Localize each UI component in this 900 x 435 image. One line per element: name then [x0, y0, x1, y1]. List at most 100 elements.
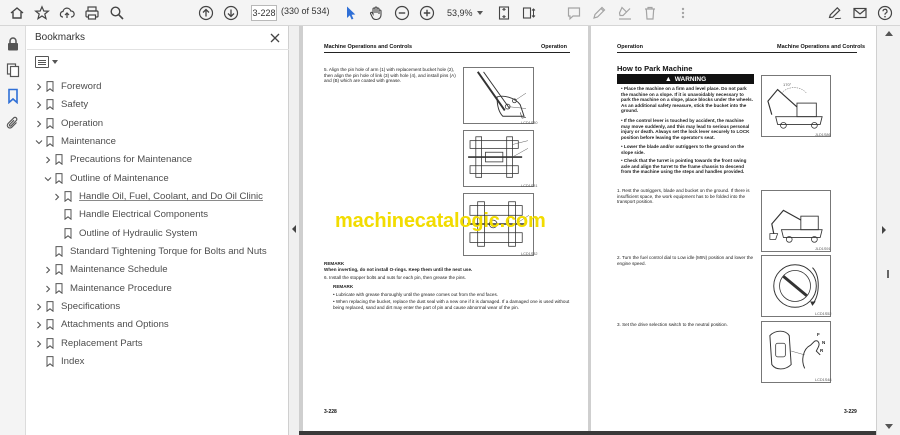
watermark-text: machinecatalogic.com — [335, 210, 546, 232]
print-icon[interactable] — [83, 4, 101, 22]
more-tools-icon[interactable] — [674, 4, 692, 22]
bookmark-star-icon[interactable] — [33, 4, 51, 22]
bookmark-label: Attachments and Options — [61, 319, 169, 331]
lock-icon[interactable] — [5, 36, 21, 52]
warning-item-1: • Place the machine on a firm and level … — [621, 86, 753, 114]
bookmarks-panel-icon[interactable] — [5, 88, 21, 105]
collapse-panel-arrow-icon[interactable] — [292, 225, 296, 233]
panel-divider — [27, 49, 289, 50]
bookmark-item[interactable]: Safety — [27, 96, 289, 114]
upload-cloud-icon[interactable] — [58, 4, 76, 22]
delete-icon[interactable] — [641, 4, 659, 22]
chevron-right-icon[interactable] — [35, 83, 43, 91]
chevron-right-icon[interactable] — [44, 285, 52, 293]
page-3-229: Operation Machine Operations and Control… — [591, 26, 876, 435]
bookmark-item[interactable]: Foreword — [27, 78, 289, 96]
bookmark-item[interactable]: Handle Electrical Components — [27, 206, 289, 224]
document-view[interactable]: Machine Operations and Controls Operatio… — [299, 26, 876, 435]
chevron-right-icon[interactable] — [53, 193, 61, 201]
bookmark-item[interactable]: Attachments and Options — [27, 316, 289, 334]
document-scrollbar[interactable] — [876, 26, 900, 435]
warning-banner: ▲ WARNING — [617, 74, 754, 84]
warning-item-3: • Lower the blade and/or outriggers to t… — [621, 144, 745, 155]
bookmark-icon — [46, 356, 54, 367]
chevron-right-icon[interactable] — [35, 303, 43, 311]
bookmark-item[interactable]: Maintenance Procedure — [27, 280, 289, 298]
hand-tool-icon[interactable] — [367, 4, 385, 22]
bookmark-label: Outline of Maintenance — [70, 172, 169, 184]
help-icon[interactable] — [876, 4, 894, 22]
remark-2-title: REMARK — [333, 284, 354, 289]
scroll-up-arrow-icon[interactable] — [885, 31, 893, 36]
folded-equipment-figure — [761, 190, 831, 252]
chevron-right-icon[interactable] — [35, 101, 43, 109]
bookmark-icon — [55, 264, 63, 276]
close-panel-icon[interactable] — [269, 31, 281, 43]
bookmark-item[interactable]: Maintenance Schedule — [27, 261, 289, 279]
comment-icon[interactable] — [565, 4, 583, 22]
zoom-level-input[interactable]: 53,9% — [447, 5, 477, 21]
search-icon[interactable] — [108, 4, 126, 22]
bookmark-icon — [46, 337, 54, 349]
previous-page-icon[interactable] — [197, 4, 215, 22]
page-number-input[interactable]: 3-228 — [251, 5, 277, 21]
chevron-right-icon[interactable] — [44, 266, 52, 274]
page-fit-icon[interactable] — [495, 4, 513, 22]
chevron-right-icon[interactable] — [35, 120, 43, 128]
page-thumbnails-icon[interactable] — [5, 62, 21, 78]
figure-3-caption: LCD1S32 — [521, 252, 538, 256]
top-toolbar: 3-228 (330 of 534) 53,9% — [0, 0, 900, 26]
warning-item-4: • Check that the turret is pointing towa… — [621, 158, 747, 175]
chevron-down-icon[interactable] — [44, 175, 52, 183]
bookmark-item[interactable]: Specifications — [27, 298, 289, 316]
bookmark-label: Safety — [61, 99, 89, 111]
figure-1-caption: LCD1S30 — [521, 121, 538, 125]
sign-pen-icon[interactable] — [826, 4, 844, 22]
zoom-in-icon[interactable] — [418, 4, 436, 22]
bookmark-item[interactable]: Precautions for Maintenance — [27, 151, 289, 169]
highlight-text-icon[interactable] — [616, 4, 634, 22]
remark-1-text: When inverting, do not install O-rings. … — [324, 267, 473, 272]
next-page-icon[interactable] — [222, 4, 240, 22]
pen-icon[interactable] — [590, 4, 608, 22]
right-page-header-right: Machine Operations and Controls — [777, 44, 866, 50]
expand-right-panel-arrow-icon[interactable] — [882, 226, 886, 234]
left-page-header-left: Machine Operations and Controls — [324, 44, 413, 50]
zoom-out-icon[interactable] — [393, 4, 411, 22]
bookmark-label: Precautions for Maintenance — [70, 154, 193, 166]
email-icon[interactable] — [851, 4, 869, 22]
bookmark-item[interactable]: Maintenance — [27, 133, 289, 151]
bookmark-icon — [46, 81, 54, 92]
chevron-right-icon[interactable] — [35, 321, 43, 329]
panel-resize-strip[interactable] — [289, 26, 299, 435]
scroll-thumb[interactable] — [887, 270, 889, 278]
bookmark-options-button[interactable] — [35, 55, 59, 69]
chevron-right-icon[interactable] — [44, 156, 52, 164]
bookmark-item[interactable]: Outline of Maintenance — [27, 170, 289, 188]
bookmark-label: Handle Electrical Components — [79, 209, 209, 221]
angle-label: 170° — [783, 82, 792, 87]
chevron-right-icon[interactable] — [35, 340, 43, 348]
select-cursor-icon[interactable] — [342, 4, 360, 22]
home-icon[interactable] — [8, 4, 26, 22]
bookmark-item[interactable]: Operation — [27, 115, 289, 133]
warning-item-2: • If the control lever is touched by acc… — [621, 118, 750, 140]
scrolling-mode-icon[interactable] — [520, 4, 538, 22]
bookmark-item[interactable]: Replacement Parts — [27, 335, 289, 353]
bookmark-label: Specifications — [61, 300, 121, 312]
scroll-down-arrow-icon[interactable] — [885, 424, 893, 429]
section-title: How to Park Machine — [617, 64, 693, 73]
parked-excavator-figure — [761, 75, 831, 137]
chevron-down-icon[interactable] — [35, 138, 43, 146]
zoom-dropdown-chevron-icon[interactable] — [477, 11, 483, 15]
bookmark-icon — [64, 209, 72, 221]
bookmark-item[interactable]: Handle Oil, Fuel, Coolant, and Do Oil Cl… — [27, 188, 289, 206]
warning-label: WARNING — [674, 75, 707, 83]
bookmark-item[interactable]: Outline of Hydraulic System — [27, 225, 289, 243]
attachments-icon[interactable] — [5, 115, 21, 131]
bookmark-icon — [46, 99, 54, 111]
bookmark-item[interactable]: Standard Tightening Torque for Bolts and… — [27, 243, 289, 261]
remark-2-bullet-2: • When replacing the bucket, replace the… — [333, 299, 570, 310]
bookmark-label: Replacement Parts — [61, 337, 143, 349]
bookmark-item[interactable]: Index — [27, 353, 289, 371]
